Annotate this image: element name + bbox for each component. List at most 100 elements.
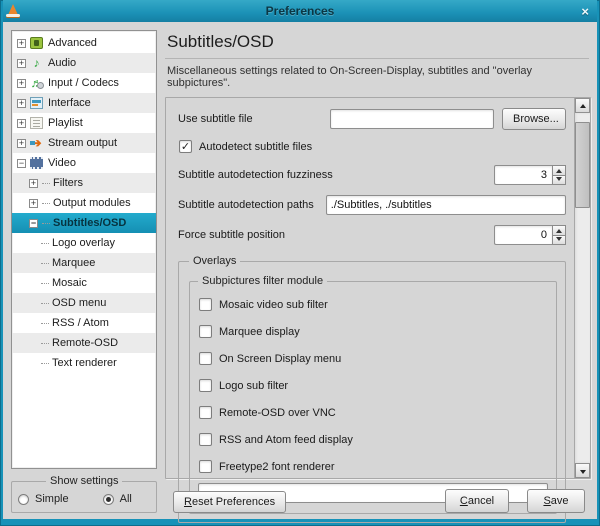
- expander-icon[interactable]: +: [17, 139, 26, 148]
- checkbox-unchecked-icon[interactable]: [199, 433, 212, 446]
- window-title: Preferences: [3, 4, 597, 18]
- checkbox-unchecked-icon[interactable]: [199, 406, 212, 419]
- radio-simple[interactable]: Simple: [18, 493, 69, 505]
- use-subtitle-file-row: Use subtitle file Browse...: [178, 108, 566, 130]
- expander-icon[interactable]: +: [17, 99, 26, 108]
- fuzziness-value[interactable]: 3: [494, 165, 552, 185]
- vertical-scrollbar[interactable]: [574, 98, 590, 478]
- checkbox-mosaic-sub-filter[interactable]: Mosaic video sub filter: [199, 298, 548, 311]
- force-position-spinner: 0: [494, 225, 566, 245]
- expander-icon[interactable]: −: [17, 159, 26, 168]
- advanced-icon: [30, 37, 43, 49]
- checkbox-osd-menu[interactable]: On Screen Display menu: [199, 352, 548, 365]
- sidebar-item-input-codecs[interactable]: + ♬ Input / Codecs: [12, 73, 156, 93]
- checkbox-unchecked-icon[interactable]: [199, 352, 212, 365]
- scrollbar-track[interactable]: [575, 113, 590, 463]
- sidebar-item-filters[interactable]: + Filters: [12, 173, 156, 193]
- sidebar-item-audio[interactable]: + ♪ Audio: [12, 53, 156, 73]
- close-icon[interactable]: ×: [581, 5, 589, 18]
- checkbox-unchecked-icon[interactable]: [199, 325, 212, 338]
- autodetect-row[interactable]: ✓ Autodetect subtitle files: [179, 140, 566, 153]
- checkbox-remote-osd-vnc[interactable]: Remote-OSD over VNC: [199, 406, 548, 419]
- checkbox-rss-atom-feed[interactable]: RSS and Atom feed display: [199, 433, 548, 446]
- sidebar-item-playlist[interactable]: + Playlist: [12, 113, 156, 133]
- playlist-icon: [30, 117, 43, 129]
- tree-connector: [41, 323, 49, 324]
- tree-connector: [41, 363, 49, 364]
- fuzziness-spinner: 3: [494, 165, 566, 185]
- checkbox-unchecked-icon[interactable]: [199, 460, 212, 473]
- category-tree: + Advanced + ♪ Audio + ♬ Input / Codecs …: [11, 30, 157, 469]
- sidebar-item-label: RSS / Atom: [52, 317, 109, 329]
- sidebar-item-stream-output[interactable]: + ➔ Stream output: [12, 133, 156, 153]
- sidebar-item-output-modules[interactable]: + Output modules: [12, 193, 156, 213]
- expander-icon[interactable]: −: [29, 219, 38, 228]
- stream-output-icon: ➔: [30, 137, 43, 149]
- sidebar-item-mosaic[interactable]: Mosaic: [12, 273, 156, 293]
- force-position-label: Force subtitle position: [178, 229, 285, 241]
- tree-connector: [41, 283, 49, 284]
- tree-connector: [41, 343, 49, 344]
- sidebar-item-logo-overlay[interactable]: Logo overlay: [12, 233, 156, 253]
- save-button[interactable]: Save: [527, 489, 585, 513]
- tree-connector: [41, 303, 49, 304]
- expander-icon[interactable]: +: [29, 179, 38, 188]
- sidebar-item-subtitles-osd[interactable]: − Subtitles/OSD: [12, 213, 156, 233]
- sidebar-item-label: Subtitles/OSD: [53, 217, 126, 229]
- title-separator: [165, 58, 589, 59]
- checkbox-checked-icon[interactable]: ✓: [179, 140, 192, 153]
- checkbox-unchecked-icon[interactable]: [199, 298, 212, 311]
- expander-icon[interactable]: +: [17, 79, 26, 88]
- expander-icon[interactable]: +: [17, 39, 26, 48]
- radio-icon-selected[interactable]: [103, 494, 114, 505]
- checkbox-label: Marquee display: [219, 326, 300, 338]
- checkbox-logo-sub-filter[interactable]: Logo sub filter: [199, 379, 548, 392]
- sidebar-item-label: Marquee: [52, 257, 95, 269]
- reset-preferences-button[interactable]: Reset Preferences: [173, 491, 286, 513]
- checkbox-unchecked-icon[interactable]: [199, 379, 212, 392]
- sidebar-item-marquee[interactable]: Marquee: [12, 253, 156, 273]
- checkbox-label: Freetype2 font renderer: [219, 461, 335, 473]
- title-bar[interactable]: Preferences ×: [3, 0, 597, 22]
- preferences-window: Preferences × + Advanced + ♪ Audio + ♬: [0, 0, 600, 526]
- radio-label: All: [120, 493, 132, 505]
- force-position-value[interactable]: 0: [494, 225, 552, 245]
- paths-input[interactable]: [326, 195, 566, 215]
- sidebar-item-label: Playlist: [48, 117, 83, 129]
- footer-bar: Reset Preferences Cancel Save: [165, 479, 591, 513]
- spin-down-icon[interactable]: [552, 176, 566, 186]
- radio-icon[interactable]: [18, 494, 29, 505]
- checkbox-marquee-display[interactable]: Marquee display: [199, 325, 548, 338]
- sidebar-item-advanced[interactable]: + Advanced: [12, 33, 156, 53]
- sidebar-item-label: Text renderer: [52, 357, 117, 369]
- sidebar-item-label: Filters: [53, 177, 83, 189]
- overlays-legend: Overlays: [189, 255, 240, 267]
- subpictures-legend: Subpictures filter module: [198, 275, 327, 287]
- fuzziness-row: Subtitle autodetection fuzziness 3: [178, 165, 566, 185]
- checkbox-freetype2-renderer[interactable]: Freetype2 font renderer: [199, 460, 548, 473]
- expander-icon[interactable]: +: [29, 199, 38, 208]
- sidebar-item-label: Advanced: [48, 37, 97, 49]
- expander-icon[interactable]: +: [17, 59, 26, 68]
- spin-down-icon[interactable]: [552, 236, 566, 246]
- spin-up-icon[interactable]: [552, 225, 566, 236]
- scroll-up-icon[interactable]: [575, 98, 590, 113]
- sidebar-item-video[interactable]: − Video: [12, 153, 156, 173]
- spin-up-icon[interactable]: [552, 165, 566, 176]
- radio-all[interactable]: All: [103, 493, 132, 505]
- tree-connector: [42, 183, 50, 184]
- use-subtitle-file-input[interactable]: [330, 109, 494, 129]
- checkbox-label: RSS and Atom feed display: [219, 434, 353, 446]
- scrollbar-thumb[interactable]: [575, 122, 590, 208]
- sidebar-item-rss-atom[interactable]: RSS / Atom: [12, 313, 156, 333]
- sidebar-item-interface[interactable]: + Interface: [12, 93, 156, 113]
- browse-button[interactable]: Browse...: [502, 108, 566, 130]
- scroll-down-icon[interactable]: [575, 463, 590, 478]
- sidebar-item-remote-osd[interactable]: Remote-OSD: [12, 333, 156, 353]
- sidebar-item-osd-menu[interactable]: OSD menu: [12, 293, 156, 313]
- sidebar-item-text-renderer[interactable]: Text renderer: [12, 353, 156, 373]
- sidebar-item-label: Audio: [48, 57, 76, 69]
- cancel-button[interactable]: Cancel: [445, 489, 509, 513]
- expander-icon[interactable]: +: [17, 119, 26, 128]
- checkbox-label: Mosaic video sub filter: [219, 299, 328, 311]
